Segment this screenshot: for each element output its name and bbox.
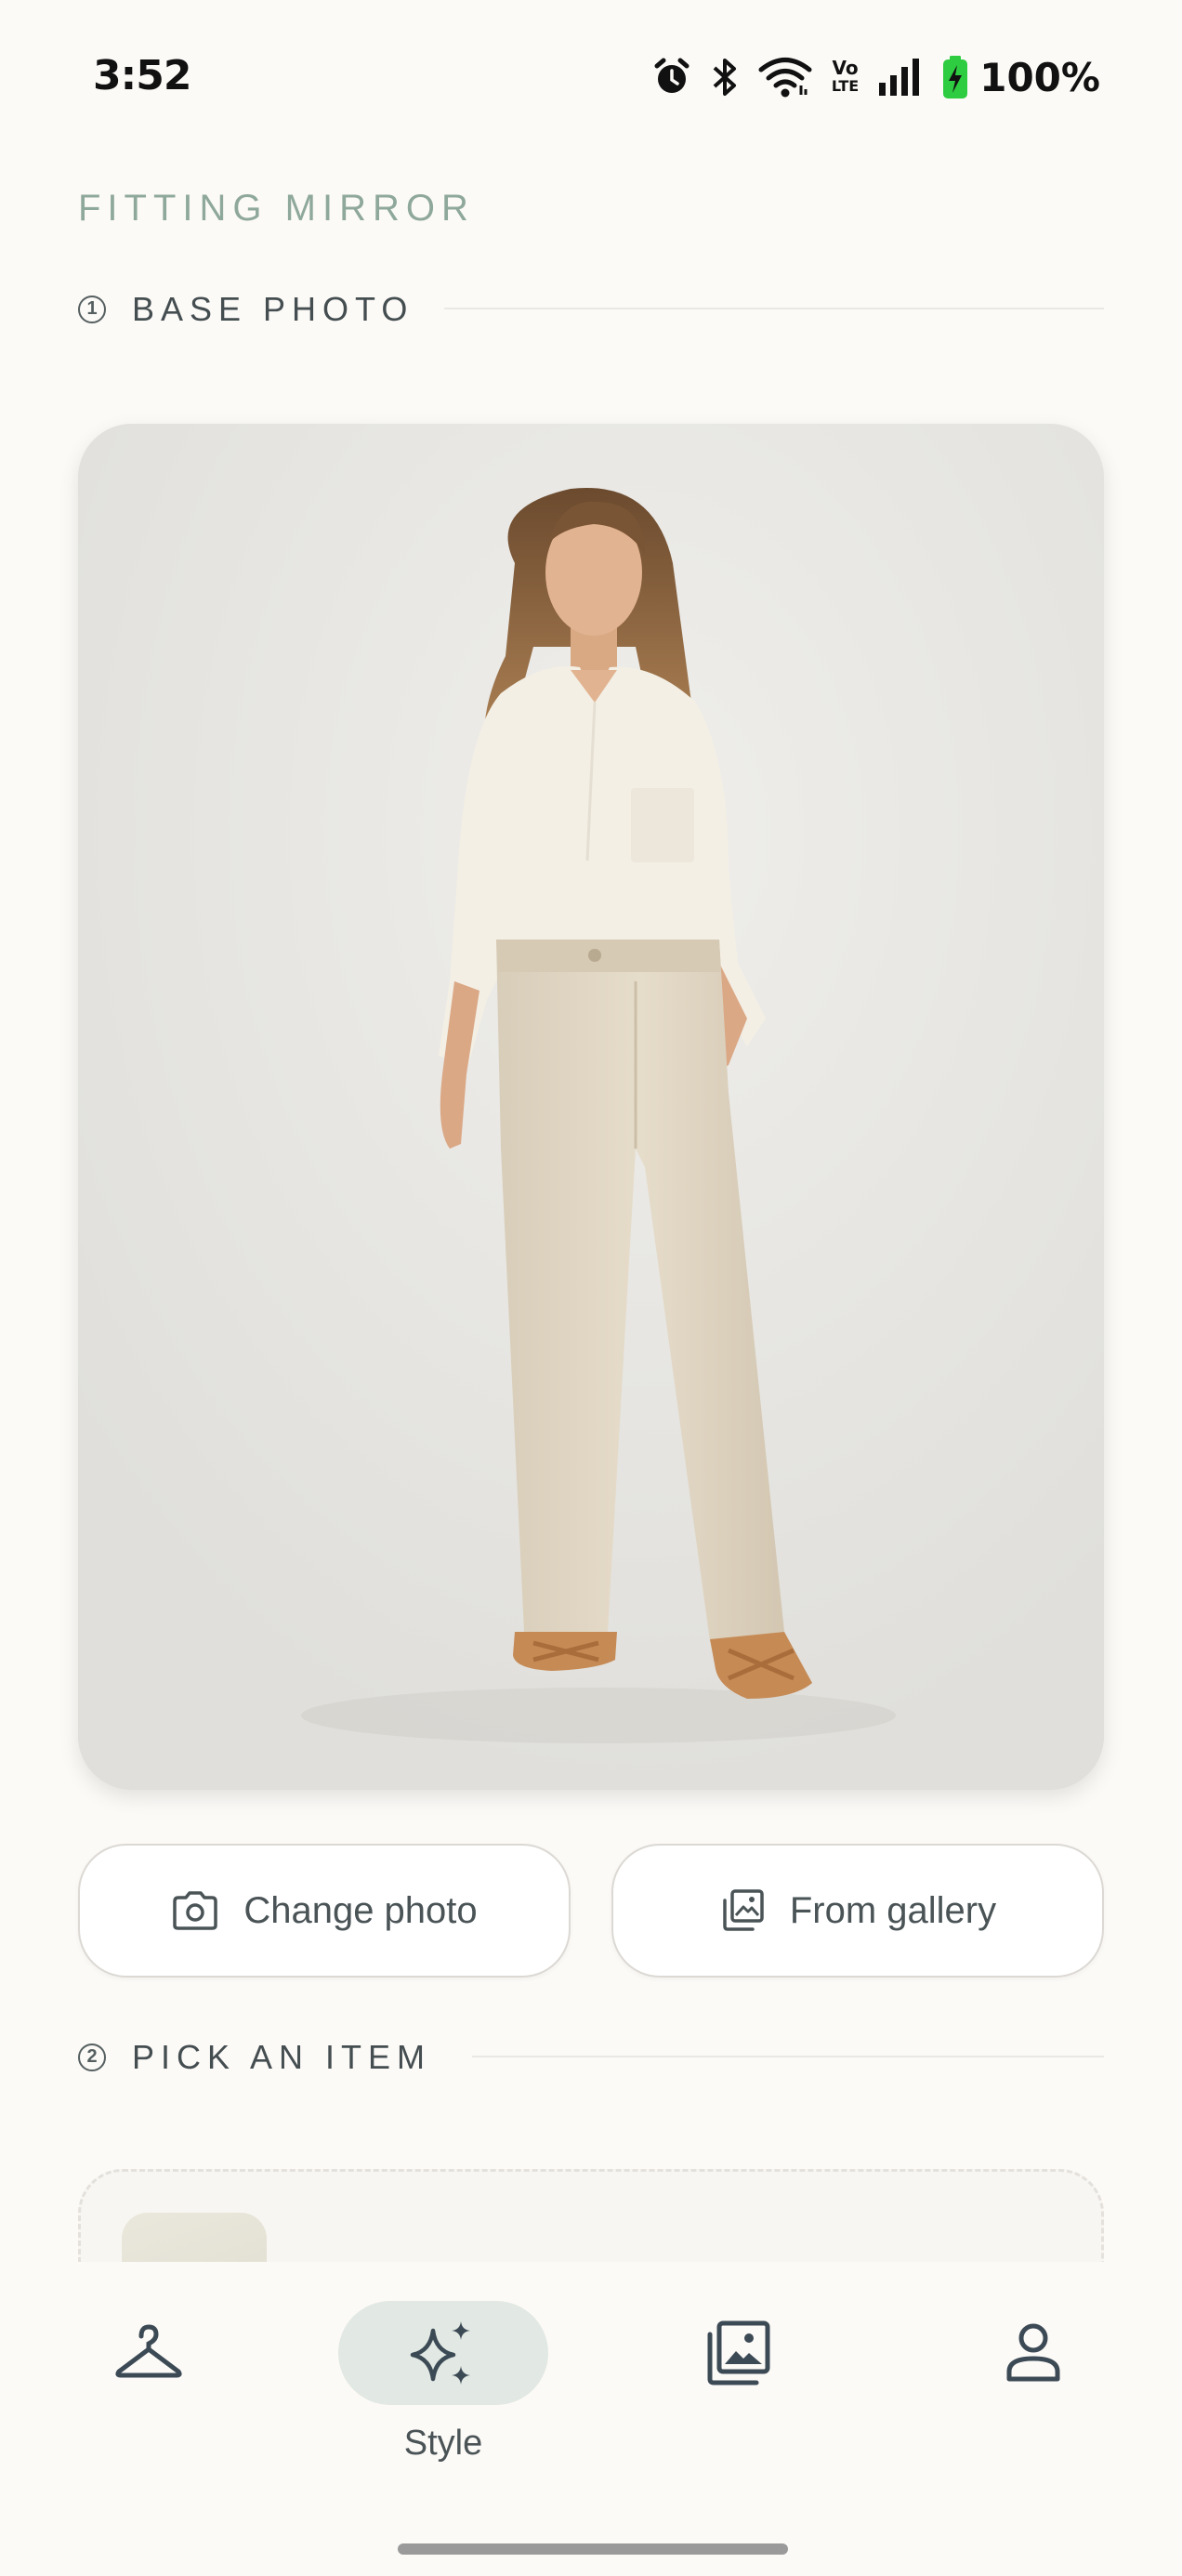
base-photo[interactable] [78, 424, 1104, 1790]
nav-profile[interactable] [978, 2299, 1089, 2411]
alarm-icon [651, 57, 692, 98]
status-icons: Vo LTE 100% [651, 52, 1100, 102]
sparkles-icon [405, 2318, 479, 2397]
photo-library-icon [703, 2318, 773, 2393]
change-photo-label: Change photo [243, 1889, 478, 1931]
section-divider [444, 308, 1104, 309]
battery-percent: 100% [979, 54, 1100, 100]
section-label: PICK AN ITEM [132, 2038, 432, 2076]
bluetooth-icon [711, 56, 739, 99]
change-photo-button[interactable]: Change photo [78, 1844, 571, 1978]
nav-wardrobe[interactable] [93, 2299, 204, 2411]
volte-bottom-text: LTE [831, 77, 860, 95]
from-gallery-label: From gallery [789, 1889, 997, 1931]
app-title: FITTING MIRROR [78, 188, 475, 229]
volte-icon: Vo LTE [832, 59, 859, 96]
base-photo-illustration [78, 424, 1104, 1790]
section-divider [472, 2056, 1104, 2057]
section-pick-item-header: 2 PICK AN ITEM [78, 2038, 431, 2077]
status-bar: 3:52 Vo LTE 100% [0, 0, 1182, 156]
section-number: 1 [78, 296, 106, 323]
signal-icon [877, 57, 924, 98]
from-gallery-button[interactable]: From gallery [611, 1844, 1104, 1978]
section-number: 2 [78, 2044, 106, 2071]
nav-style[interactable] [338, 2301, 548, 2405]
battery-charging-icon [942, 56, 968, 99]
section-base-photo-header: 1 BASE PHOTO [78, 290, 414, 329]
wifi-icon [757, 56, 813, 99]
hanger-icon [113, 2323, 184, 2387]
home-indicator[interactable] [398, 2543, 788, 2555]
status-time: 3:52 [93, 52, 191, 99]
volte-top-text: Vo [832, 57, 859, 79]
bottom-navigation: Style [0, 2262, 1182, 2576]
nav-style-label[interactable]: Style [338, 2424, 548, 2464]
camera-icon [171, 1890, 219, 1931]
gallery-icon [719, 1887, 766, 1934]
section-label: BASE PHOTO [132, 290, 414, 328]
nav-gallery[interactable] [682, 2299, 794, 2411]
person-icon [1004, 2321, 1063, 2389]
